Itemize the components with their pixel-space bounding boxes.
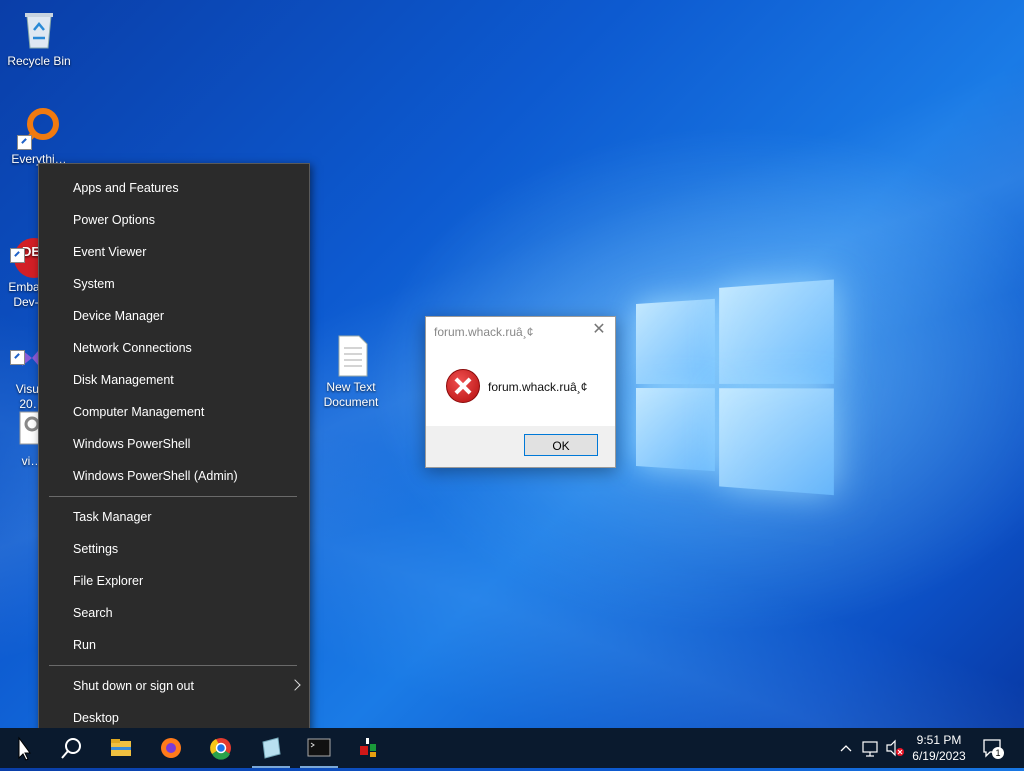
menu-item-search[interactable]: Search: [39, 597, 309, 629]
desktop-icon-new-text-document[interactable]: New Text Document: [313, 304, 389, 425]
menu-item-power-options[interactable]: Power Options: [39, 204, 309, 236]
notification-count-badge: 1: [995, 748, 1001, 758]
ok-button[interactable]: OK: [524, 434, 598, 456]
taskbar-search-button[interactable]: [48, 728, 94, 768]
start-icon: [18, 736, 31, 761]
dialog-message: forum.whack.ruâ¸¢: [488, 380, 588, 394]
network-tray-button[interactable]: [860, 728, 882, 768]
chrome-icon: [210, 738, 231, 760]
dialog-title: forum.whack.ruâ¸¢: [434, 325, 534, 339]
notification-icon: [983, 739, 1004, 759]
shortcut-arrow-icon: [10, 350, 25, 365]
notepad-icon: [262, 737, 281, 759]
dialog-footer: OK: [426, 426, 615, 467]
desktop-icon-recycle-bin[interactable]: Recycle Bin: [1, 8, 77, 69]
clock-time: 9:51 PM: [916, 733, 962, 747]
show-hidden-icons-button[interactable]: [836, 728, 856, 768]
desktop-icon-everything[interactable]: Everythi…: [1, 106, 77, 167]
menu-item-run[interactable]: Run: [39, 629, 309, 661]
menu-item-event-viewer[interactable]: Event Viewer: [39, 236, 309, 268]
menu-separator: [49, 665, 297, 666]
menu-item-task-manager[interactable]: Task Manager: [39, 501, 309, 533]
taskbar: 9:51 PM 6/19/2023 1: [0, 728, 1024, 768]
network-icon: [862, 741, 878, 757]
error-dialog: forum.whack.ruâ¸¢ ✕ forum.whack.ruâ¸¢ OK: [425, 316, 616, 468]
menu-item-windows-powershell[interactable]: Windows PowerShell: [39, 428, 309, 460]
terminal-icon: [307, 738, 331, 757]
text-document-icon: [329, 319, 373, 377]
chevron-up-icon: [840, 745, 852, 752]
desktop-icon-label: Recycle Bin: [7, 54, 71, 68]
windows-logo-wallpaper: [636, 275, 836, 496]
volume-muted-icon: [886, 739, 904, 757]
volume-tray-button[interactable]: [884, 728, 906, 768]
taskbar-chrome[interactable]: [198, 728, 244, 768]
menu-item-system[interactable]: System: [39, 268, 309, 300]
taskbar-firefox[interactable]: [148, 728, 194, 768]
search-icon: [61, 738, 81, 759]
menu-item-computer-management[interactable]: Computer Management: [39, 396, 309, 428]
everything-search-icon: [17, 106, 61, 150]
shortcut-arrow-icon: [17, 135, 32, 150]
menu-item-network-connections[interactable]: Network Connections: [39, 332, 309, 364]
app-icon: [360, 738, 376, 757]
taskbar-notepad[interactable]: [248, 728, 294, 768]
action-center-button[interactable]: 1: [980, 728, 1006, 768]
menu-separator: [49, 496, 297, 497]
taskbar-clock[interactable]: 9:51 PM 6/19/2023: [906, 732, 972, 764]
taskbar-terminal[interactable]: [296, 728, 342, 768]
start-button[interactable]: [0, 728, 46, 768]
menu-item-shut-down-or-sign-out[interactable]: Shut down or sign out: [39, 670, 309, 702]
firefox-icon: [161, 738, 181, 758]
file-explorer-icon: [111, 739, 131, 756]
menu-item-disk-management[interactable]: Disk Management: [39, 364, 309, 396]
close-icon[interactable]: ✕: [591, 321, 607, 339]
menu-item-device-manager[interactable]: Device Manager: [39, 300, 309, 332]
menu-item-apps-and-features[interactable]: Apps and Features: [39, 172, 309, 204]
error-icon: [446, 369, 480, 403]
menu-item-label: Shut down or sign out: [73, 679, 194, 693]
menu-item-settings[interactable]: Settings: [39, 533, 309, 565]
desktop-icon-label: New Text Document: [323, 380, 379, 409]
menu-item-windows-powershell-admin[interactable]: Windows PowerShell (Admin): [39, 460, 309, 492]
taskbar-file-explorer[interactable]: [98, 728, 144, 768]
recycle-bin-icon: [17, 8, 61, 52]
taskbar-app[interactable]: [346, 728, 392, 768]
clock-date: 6/19/2023: [912, 749, 966, 763]
winx-context-menu: Apps and Features Power Options Event Vi…: [38, 163, 310, 745]
shortcut-arrow-icon: [10, 248, 25, 263]
chevron-right-icon: [289, 679, 301, 691]
menu-item-file-explorer[interactable]: File Explorer: [39, 565, 309, 597]
